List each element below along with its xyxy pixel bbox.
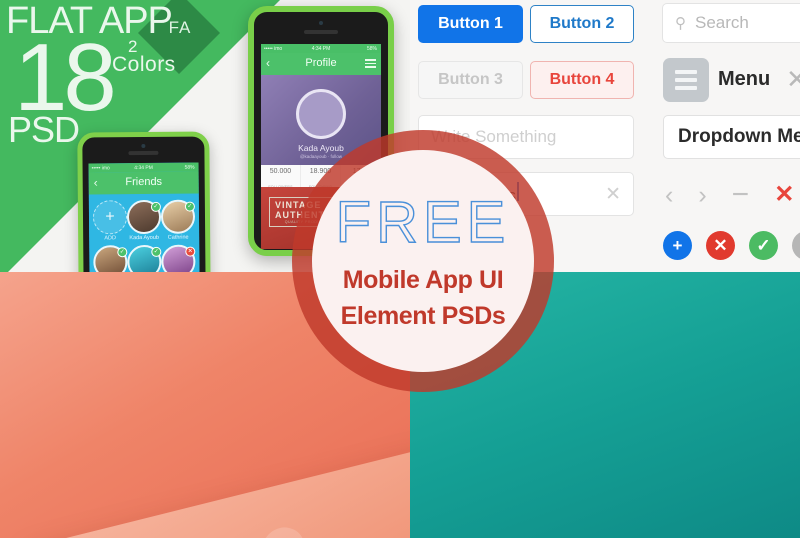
- check-badge-icon: ✓: [184, 201, 195, 212]
- profile-navbar: ‹ Profile: [261, 53, 381, 75]
- friend-name: ADD: [104, 235, 117, 242]
- status-battery: 58%: [366, 46, 377, 52]
- circle-button-row: + ✕ ✓ −: [663, 231, 800, 260]
- friends-navbar: ‹ Friends: [88, 171, 199, 195]
- button-4-danger[interactable]: Button 4: [530, 61, 634, 99]
- minus-circle-icon[interactable]: −: [792, 231, 800, 260]
- close-icon[interactable]: ✕: [786, 64, 800, 95]
- poster-canvas: FA FLAT APP 18 2 Colors PSD ••••• imo 4:…: [0, 0, 800, 538]
- close-circle-icon[interactable]: ✕: [706, 231, 735, 260]
- stat-value: 50.000: [269, 168, 292, 175]
- friends-grid: + ADD ✓ Kada Ayoub ✓ Cathrine ✓ ✓ ✕: [88, 193, 200, 272]
- promo-format-label: PSD: [8, 109, 80, 150]
- list-item[interactable]: ✓: [127, 244, 162, 272]
- friend-name: Kada Ayoub: [129, 234, 159, 242]
- button-2[interactable]: Button 2: [530, 5, 634, 43]
- profile-nav-title: Profile: [305, 57, 337, 69]
- free-badge-word: FREE: [335, 190, 511, 255]
- check-circle-icon[interactable]: ✓: [749, 231, 778, 260]
- dropdown-menu[interactable]: Dropdown Menu: [663, 115, 800, 159]
- avatar: ✓: [127, 244, 162, 272]
- check-badge-icon: ✓: [151, 246, 162, 257]
- promo-colors-label: Colors: [112, 53, 176, 76]
- free-badge-line2: Element PSDs: [340, 302, 506, 330]
- close-icon[interactable]: ✕: [605, 183, 621, 206]
- avatar: [296, 89, 346, 139]
- list-item[interactable]: ✕: [161, 244, 196, 272]
- add-friend-button[interactable]: +: [92, 200, 128, 235]
- search-icon: ⚲: [675, 15, 686, 32]
- profile-status-bar: ••••• imo 4:34 PM 58%: [261, 44, 381, 53]
- list-item[interactable]: ✓: [93, 245, 128, 272]
- list-item[interactable]: + ADD: [92, 200, 128, 242]
- avatar: ✕: [161, 244, 196, 272]
- close-badge-icon: ✕: [185, 246, 196, 257]
- phone-mockup-friends: ••••• imo 4:34 PM 58% ‹ Friends + ADD ✓ …: [77, 131, 211, 272]
- add-circle-icon[interactable]: +: [663, 231, 692, 260]
- check-badge-icon: ✓: [150, 201, 161, 212]
- chevron-right-icon[interactable]: ›: [698, 182, 706, 208]
- button-1[interactable]: Button 1: [418, 5, 523, 43]
- list-item[interactable]: ✓ Kada Ayoub: [126, 199, 162, 242]
- list-item[interactable]: ✓ Cathrine: [160, 199, 196, 241]
- stat-followers: 50.000 FOLLOWERS: [261, 165, 301, 189]
- menu-label: Menu: [718, 68, 771, 90]
- button-3-disabled[interactable]: Button 3: [418, 61, 523, 99]
- free-badge-circle: [312, 150, 534, 372]
- status-time: 4:34 PM: [311, 46, 331, 52]
- avatar: ✓: [93, 245, 128, 272]
- friend-name: Cathrine: [167, 234, 189, 241]
- hamburger-icon[interactable]: [663, 58, 709, 102]
- search-input[interactable]: ⚲ Search: [662, 3, 800, 43]
- chat-bubble-icon[interactable]: ◯: [258, 522, 309, 538]
- status-battery: 58%: [184, 164, 195, 171]
- chevron-left-icon[interactable]: ‹: [665, 182, 673, 208]
- friends-nav-title: Friends: [125, 175, 163, 189]
- avatar: ✓: [160, 199, 196, 234]
- avatar: ✓: [126, 199, 162, 235]
- minus-icon[interactable]: −: [732, 180, 750, 210]
- status-time: 4:34 PM: [134, 164, 153, 172]
- search-placeholder: Search: [695, 13, 749, 32]
- check-badge-icon: ✓: [117, 247, 128, 258]
- free-badge-line1: Mobile App UI: [342, 266, 504, 294]
- icon-row: ‹ › − ✕: [665, 180, 800, 210]
- close-icon[interactable]: ✕: [774, 183, 794, 207]
- hamburger-icon[interactable]: [365, 59, 376, 70]
